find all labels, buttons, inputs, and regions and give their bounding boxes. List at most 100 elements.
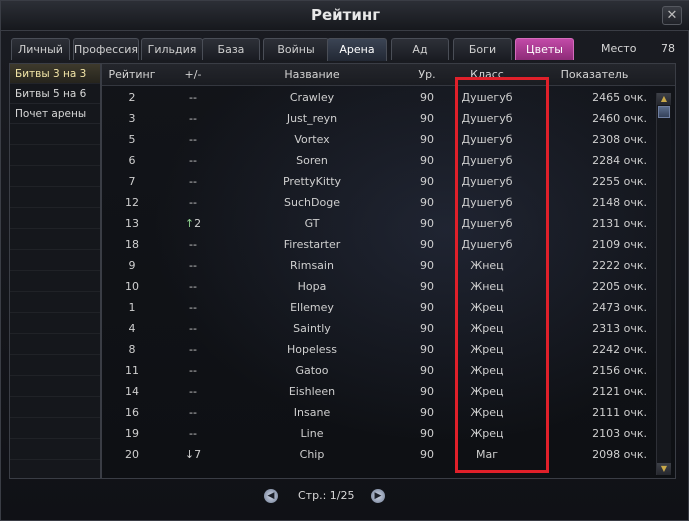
row-diff-value: -- (189, 322, 197, 335)
row-score: 2109 очк. (592, 238, 647, 251)
row-level: 90 (420, 343, 434, 356)
row-class: Жрец (470, 385, 504, 398)
row-diff-value: -- (189, 301, 197, 314)
row-rank: 20 (125, 448, 139, 461)
row-score: 2156 очк. (592, 364, 647, 377)
tab-personal[interactable]: Личный (11, 38, 70, 60)
scroll-down-button[interactable]: ▼ (657, 463, 671, 475)
header-name[interactable]: Название (252, 64, 372, 86)
table-row[interactable]: 13 ↑2 GT 90 Душегуб 2131 очк. (102, 213, 675, 234)
tab-wars[interactable]: Войны (263, 38, 329, 60)
row-class: Жрец (470, 364, 504, 377)
header-level[interactable]: Ур. (402, 64, 452, 86)
table-row[interactable]: 12 -- SuchDoge 90 Душегуб 2148 очк. (102, 192, 675, 213)
row-class: Жрец (470, 301, 504, 314)
row-rank: 12 (125, 196, 139, 209)
table-row[interactable]: 20 ↓7 Chip 90 Маг 2098 очк. (102, 444, 675, 465)
row-name: Hopeless (286, 343, 338, 356)
table-row[interactable]: 7 -- PrettyKitty 90 Душегуб 2255 очк. (102, 171, 675, 192)
row-name: Chip (299, 448, 325, 461)
tab-arena[interactable]: Арена (327, 38, 387, 61)
tab-guild[interactable]: Гильдия (141, 38, 203, 60)
row-rank: 10 (125, 280, 139, 293)
row-diff: -- (162, 360, 224, 381)
row-rank: 5 (128, 133, 136, 146)
table-row[interactable]: 8 -- Hopeless 90 Жрец 2242 очк. (102, 339, 675, 360)
table-row[interactable]: 19 -- Line 90 Жрец 2103 очк. (102, 423, 675, 444)
row-rank: 13 (125, 217, 139, 230)
row-level: 90 (420, 364, 434, 377)
table-row[interactable]: 10 -- Hopa 90 Жнец 2205 очк. (102, 276, 675, 297)
table-row[interactable]: 3 -- Just_reyn 90 Душегуб 2460 очк. (102, 108, 675, 129)
tab-profession[interactable]: Профессия (73, 38, 139, 60)
sidebar-empty-row (10, 250, 100, 271)
row-class: Душегуб (461, 196, 513, 209)
row-diff: -- (162, 234, 224, 255)
sidebar-empty-row (10, 145, 100, 166)
row-score: 2131 очк. (592, 217, 647, 230)
table-row[interactable]: 6 -- Soren 90 Душегуб 2284 очк. (102, 150, 675, 171)
sidebar-item-arena-honor[interactable]: Почет арены (10, 104, 100, 124)
row-diff: -- (162, 381, 224, 402)
tab-hell[interactable]: Ад (391, 38, 449, 60)
sidebar-empty-row (10, 229, 100, 250)
row-name: GT (304, 217, 320, 230)
table-row[interactable]: 16 -- Insane 90 Жрец 2111 очк. (102, 402, 675, 423)
sidebar-item-5v6[interactable]: Битвы 5 на 6 (10, 84, 100, 104)
table-row[interactable]: 1 -- Ellemey 90 Жрец 2473 очк. (102, 297, 675, 318)
row-diff-value: -- (189, 406, 197, 419)
row-class: Душегуб (461, 217, 513, 230)
row-score: 2148 очк. (592, 196, 647, 209)
page-indicator: Стр.: 1/25 (298, 489, 355, 502)
row-diff-value: -- (189, 280, 197, 293)
row-score: 2313 очк. (592, 322, 647, 335)
scroll-thumb[interactable] (658, 106, 670, 118)
row-diff-value: -- (189, 364, 197, 377)
table-row[interactable]: 11 -- Gatoo 90 Жрец 2156 очк. (102, 360, 675, 381)
sidebar-empty-row (10, 187, 100, 208)
row-score: 2111 очк. (592, 406, 647, 419)
header-rank[interactable]: Рейтинг (102, 64, 162, 86)
row-diff: -- (162, 171, 224, 192)
prev-page-button[interactable]: ◀ (264, 489, 278, 503)
row-score: 2473 очк. (592, 301, 647, 314)
sidebar-empty-row (10, 124, 100, 145)
row-diff: -- (162, 339, 224, 360)
row-rank: 16 (125, 406, 139, 419)
tab-base[interactable]: База (202, 38, 260, 60)
table-row[interactable]: 9 -- Rimsain 90 Жнец 2222 очк. (102, 255, 675, 276)
scrollbar[interactable]: ▲ ▼ (656, 93, 671, 475)
row-name: Gatoo (295, 364, 329, 377)
sidebar-item-3v3[interactable]: Битвы 3 на 3 (10, 64, 100, 84)
row-name: Rimsain (290, 259, 334, 272)
scroll-up-button[interactable]: ▲ (657, 93, 671, 105)
table-row[interactable]: 14 -- Eishleen 90 Жрец 2121 очк. (102, 381, 675, 402)
row-diff: -- (162, 129, 224, 150)
table-row[interactable]: 4 -- Saintly 90 Жрец 2313 очк. (102, 318, 675, 339)
close-button[interactable]: ✕ (662, 6, 682, 25)
row-score: 2222 очк. (592, 259, 647, 272)
tab-gods[interactable]: Боги (453, 38, 512, 60)
row-diff: ↑2 (162, 213, 224, 234)
header-diff[interactable]: +/- (162, 64, 224, 86)
row-rank: 18 (125, 238, 139, 251)
header-score[interactable]: Показатель (542, 64, 647, 86)
row-level: 90 (420, 133, 434, 146)
triangle-down-icon: ▼ (660, 464, 668, 473)
row-diff: -- (162, 192, 224, 213)
header-class[interactable]: Класс (452, 64, 522, 86)
table-row[interactable]: 18 -- Firestarter 90 Душегуб 2109 очк. (102, 234, 675, 255)
next-page-button[interactable]: ▶ (371, 489, 385, 503)
row-class: Жнец (470, 259, 504, 272)
table-row[interactable]: 5 -- Vortex 90 Душегуб 2308 очк. (102, 129, 675, 150)
arrow-up-icon: ↑ (184, 217, 195, 230)
tab-flowers[interactable]: Цветы (515, 38, 574, 60)
sidebar-empty-row (10, 292, 100, 313)
row-name: Crawley (289, 91, 335, 104)
row-level: 90 (420, 448, 434, 461)
row-name: Just_reyn (286, 112, 338, 125)
arrow-left-icon: ◀ (267, 491, 275, 501)
table-row[interactable]: 2 -- Crawley 90 Душегуб 2465 очк. (102, 87, 675, 108)
sidebar-empty-row (10, 418, 100, 439)
row-class: Жрец (470, 406, 504, 419)
